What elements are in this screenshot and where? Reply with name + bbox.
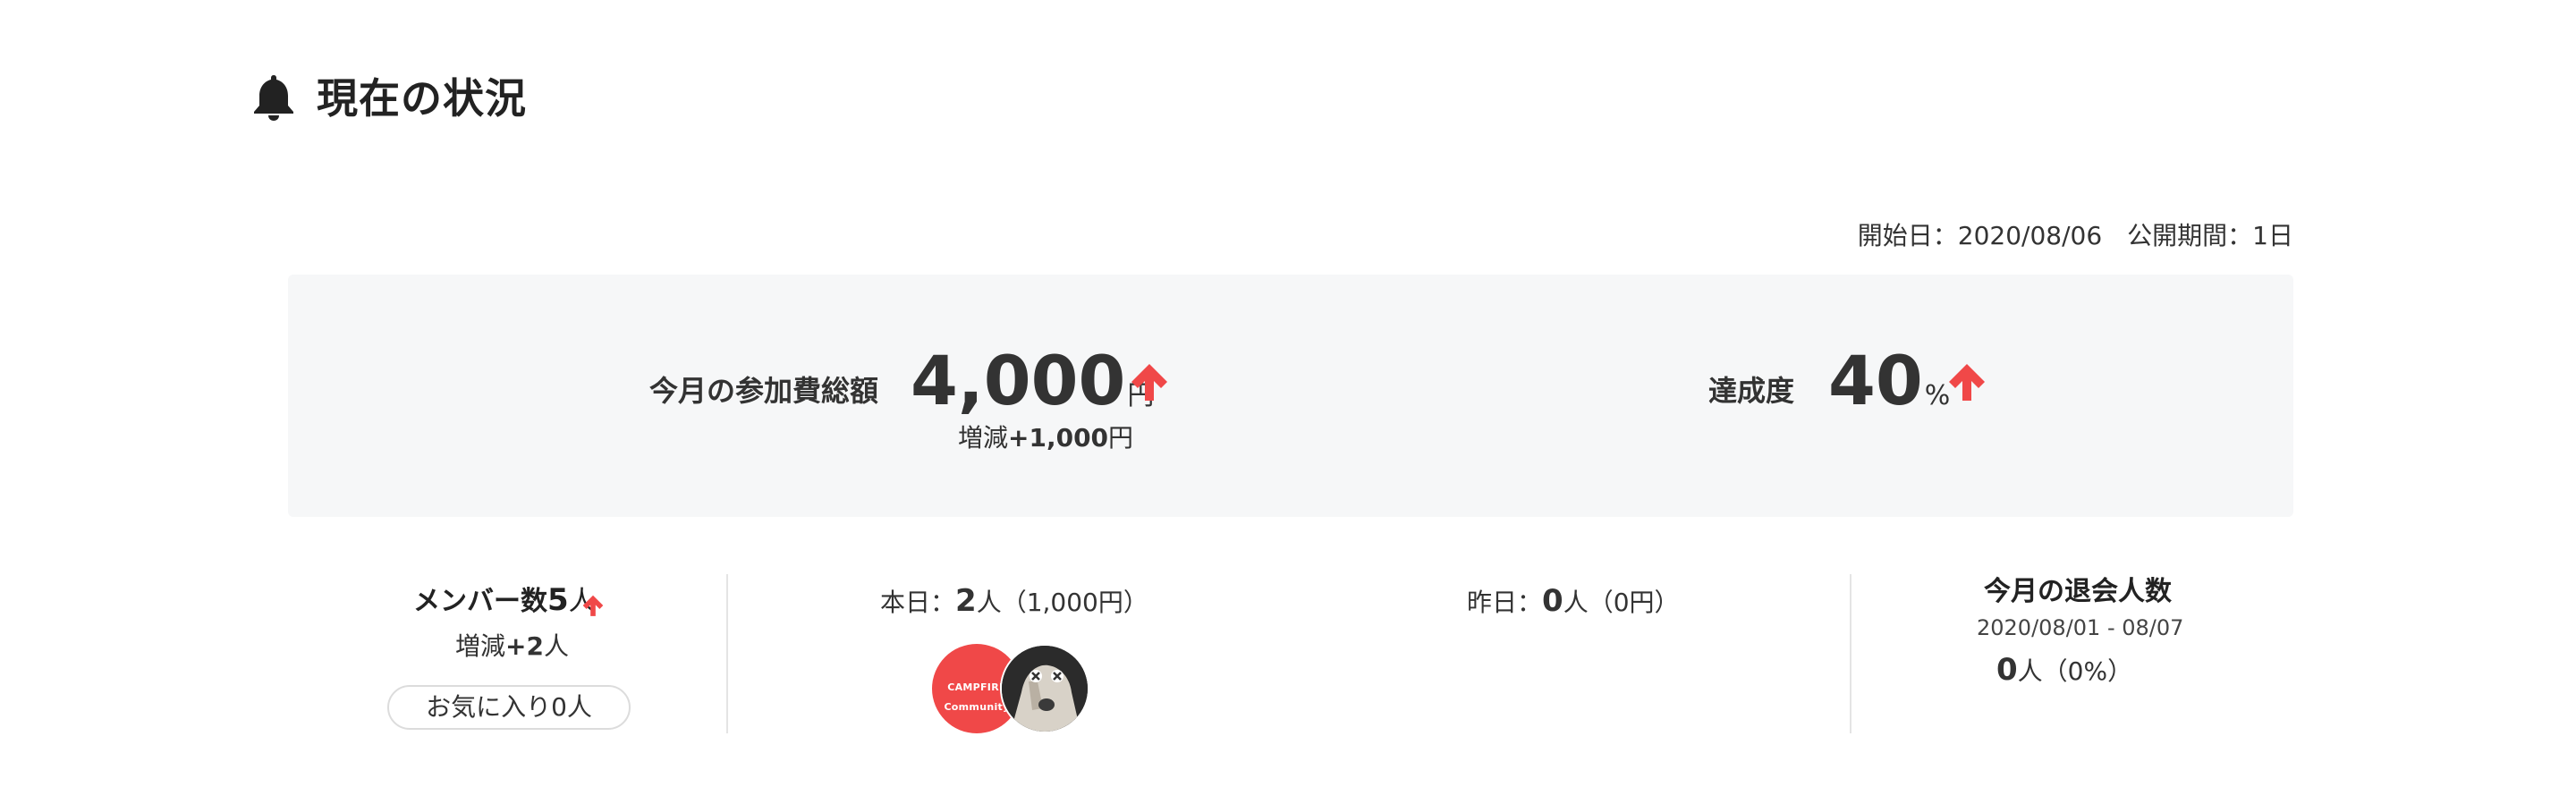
- column-divider: [1850, 574, 1852, 733]
- today-label: 本日：: [880, 588, 956, 617]
- leave-date-range: 2020/08/01 - 08/07: [1977, 615, 2184, 640]
- member-diff-unit: 人: [543, 631, 569, 661]
- publish-info: 開始日：2020/08/06 公開期間：1日: [1858, 218, 2293, 254]
- total-diff-value: +1,000: [1008, 423, 1109, 453]
- member-diff-value: +2: [505, 631, 544, 661]
- yesterday-count: 0: [1542, 583, 1563, 619]
- total-fee-label: 今月の参加費総額: [649, 374, 879, 408]
- yesterday-rest: 人（0円）: [1563, 588, 1680, 617]
- summary-panel: [288, 275, 2293, 517]
- bell-icon: [254, 75, 293, 121]
- arrow-up-icon: [582, 595, 604, 616]
- total-fee-diff: 増減+1,000円: [958, 420, 1133, 456]
- favorites-button[interactable]: お気に入り0人: [387, 685, 631, 730]
- member-diff-prefix: 増減: [455, 631, 506, 661]
- leave-title: 今月の退会人数: [1984, 576, 2172, 607]
- achievement-label: 達成度: [1708, 374, 1795, 408]
- leave-rest: 人（0%）: [2017, 656, 2133, 686]
- total-diff-prefix: 増減: [958, 423, 1009, 453]
- column-divider: [726, 574, 728, 733]
- arrow-up-icon: [1949, 364, 1985, 401]
- start-date: 開始日：2020/08/06: [1857, 221, 2103, 250]
- member-diff: 増減+2人: [455, 629, 569, 664]
- member-label: メンバー数: [413, 586, 547, 617]
- leave-number: 0: [1996, 652, 2018, 688]
- yesterday-stats: 昨日：0人（0円）: [1467, 581, 1680, 622]
- member-number: 5: [547, 582, 569, 618]
- page-title: 現在の状況: [317, 74, 527, 123]
- publish-period: 公開期間：1日: [2127, 221, 2293, 250]
- today-stats: 本日：2人（1,000円）: [880, 581, 1148, 622]
- total-fee-value: 4,000: [911, 341, 1126, 420]
- dog-photo-icon: [1002, 646, 1088, 732]
- today-count: 2: [955, 583, 977, 619]
- yesterday-label: 昨日：: [1467, 588, 1543, 617]
- arrow-up-icon: [1131, 364, 1167, 401]
- achievement-value: 40: [1828, 341, 1923, 420]
- total-diff-unit: 円: [1108, 423, 1134, 453]
- leave-count: 0人（0%）: [1996, 649, 2132, 692]
- avatar[interactable]: [1000, 644, 1089, 733]
- achievement-rate: 40%: [1828, 338, 1950, 439]
- member-count: メンバー数5人: [413, 580, 596, 622]
- today-rest: 人（1,000円）: [976, 588, 1148, 617]
